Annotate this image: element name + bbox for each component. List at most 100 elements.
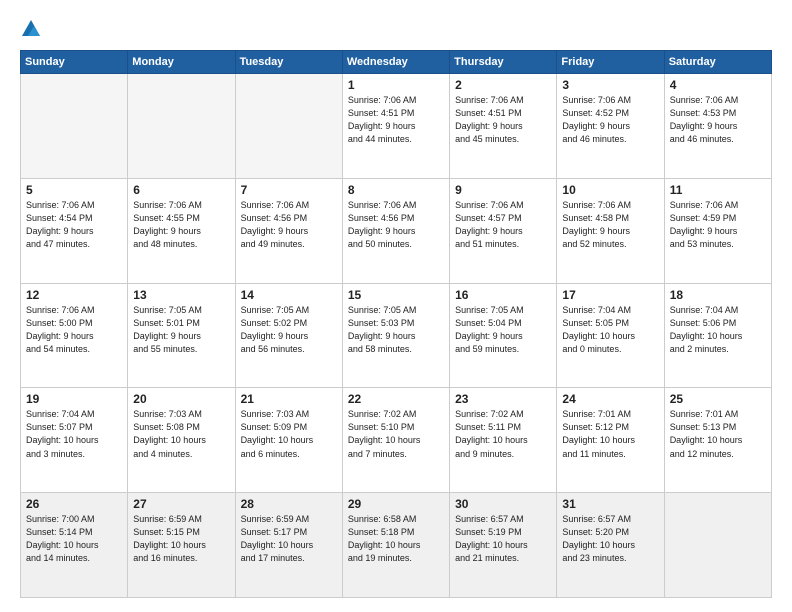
calendar-cell: 28Sunrise: 6:59 AM Sunset: 5:17 PM Dayli… (235, 493, 342, 598)
day-info: Sunrise: 7:02 AM Sunset: 5:10 PM Dayligh… (348, 408, 444, 460)
day-info: Sunrise: 7:06 AM Sunset: 4:51 PM Dayligh… (455, 94, 551, 146)
day-number: 3 (562, 78, 658, 92)
day-info: Sunrise: 7:05 AM Sunset: 5:02 PM Dayligh… (241, 304, 337, 356)
weekday-header-thursday: Thursday (450, 51, 557, 74)
week-row-2: 5Sunrise: 7:06 AM Sunset: 4:54 PM Daylig… (21, 178, 772, 283)
week-row-1: 1 Sunrise: 7:06 AM Sunset: 4:51 PM Daylig… (21, 74, 772, 179)
calendar-cell: 31 Sunrise: 6:57 AM Sunset: 5:20 PM Dayli… (557, 493, 664, 598)
weekday-header-row: SundayMondayTuesdayWednesdayThursdayFrid… (21, 51, 772, 74)
day-number: 6 (133, 183, 229, 197)
day-number: 4 (670, 78, 766, 92)
day-info: Sunrise: 7:06 AM Sunset: 4:54 PM Dayligh… (26, 199, 122, 251)
calendar-cell: 9 Sunrise: 7:06 AM Sunset: 4:57 PM Daylig… (450, 178, 557, 283)
day-info: Sunrise: 7:06 AM Sunset: 4:56 PM Dayligh… (348, 199, 444, 251)
calendar-cell: 8 Sunrise: 7:06 AM Sunset: 4:56 PM Daylig… (342, 178, 449, 283)
day-info: Sunrise: 7:01 AM Sunset: 5:13 PM Dayligh… (670, 408, 766, 460)
weekday-header-saturday: Saturday (664, 51, 771, 74)
calendar-cell: 27Sunrise: 6:59 AM Sunset: 5:15 PM Dayli… (128, 493, 235, 598)
day-number: 26 (26, 497, 122, 511)
calendar-cell: 18 Sunrise: 7:04 AM Sunset: 5:06 PM Dayli… (664, 283, 771, 388)
calendar-cell: 22 Sunrise: 7:02 AM Sunset: 5:10 PM Dayli… (342, 388, 449, 493)
calendar-cell: 3 Sunrise: 7:06 AM Sunset: 4:52 PM Daylig… (557, 74, 664, 179)
calendar-cell: 20 Sunrise: 7:03 AM Sunset: 5:08 PM Dayli… (128, 388, 235, 493)
day-info: Sunrise: 7:06 AM Sunset: 4:52 PM Dayligh… (562, 94, 658, 146)
day-number: 30 (455, 497, 551, 511)
calendar-cell (21, 74, 128, 179)
day-number: 20 (133, 392, 229, 406)
day-info: Sunrise: 7:03 AM Sunset: 5:08 PM Dayligh… (133, 408, 229, 460)
calendar-cell: 12 Sunrise: 7:06 AM Sunset: 5:00 PM Dayli… (21, 283, 128, 388)
day-info: Sunrise: 7:06 AM Sunset: 4:57 PM Dayligh… (455, 199, 551, 251)
weekday-header-monday: Monday (128, 51, 235, 74)
day-number: 17 (562, 288, 658, 302)
day-number: 10 (562, 183, 658, 197)
day-number: 8 (348, 183, 444, 197)
day-number: 12 (26, 288, 122, 302)
calendar-cell: 30 Sunrise: 6:57 AM Sunset: 5:19 PM Dayli… (450, 493, 557, 598)
day-info: Sunrise: 7:05 AM Sunset: 5:04 PM Dayligh… (455, 304, 551, 356)
weekday-header-wednesday: Wednesday (342, 51, 449, 74)
calendar-cell: 23 Sunrise: 7:02 AM Sunset: 5:11 PM Dayli… (450, 388, 557, 493)
day-number: 21 (241, 392, 337, 406)
header (20, 18, 772, 40)
day-number: 31 (562, 497, 658, 511)
day-number: 22 (348, 392, 444, 406)
day-info: Sunrise: 6:59 AM Sunset: 5:15 PM Dayligh… (133, 513, 229, 565)
day-number: 2 (455, 78, 551, 92)
day-number: 9 (455, 183, 551, 197)
weekday-header-friday: Friday (557, 51, 664, 74)
calendar-cell: 7 Sunrise: 7:06 AM Sunset: 4:56 PM Daylig… (235, 178, 342, 283)
day-info: Sunrise: 7:03 AM Sunset: 5:09 PM Dayligh… (241, 408, 337, 460)
calendar-cell: 6Sunrise: 7:06 AM Sunset: 4:55 PM Daylig… (128, 178, 235, 283)
day-number: 1 (348, 78, 444, 92)
calendar-page: SundayMondayTuesdayWednesdayThursdayFrid… (0, 0, 792, 612)
calendar-cell: 25Sunrise: 7:01 AM Sunset: 5:13 PM Dayli… (664, 388, 771, 493)
calendar-table: SundayMondayTuesdayWednesdayThursdayFrid… (20, 50, 772, 598)
calendar-cell: 4 Sunrise: 7:06 AM Sunset: 4:53 PM Daylig… (664, 74, 771, 179)
calendar-cell: 16Sunrise: 7:05 AM Sunset: 5:04 PM Dayli… (450, 283, 557, 388)
logo-icon (20, 18, 42, 40)
day-info: Sunrise: 7:05 AM Sunset: 5:01 PM Dayligh… (133, 304, 229, 356)
day-number: 19 (26, 392, 122, 406)
day-number: 15 (348, 288, 444, 302)
day-info: Sunrise: 6:58 AM Sunset: 5:18 PM Dayligh… (348, 513, 444, 565)
calendar-cell: 26Sunrise: 7:00 AM Sunset: 5:14 PM Dayli… (21, 493, 128, 598)
day-info: Sunrise: 7:06 AM Sunset: 4:51 PM Dayligh… (348, 94, 444, 146)
calendar-cell: 1 Sunrise: 7:06 AM Sunset: 4:51 PM Daylig… (342, 74, 449, 179)
calendar-cell: 14Sunrise: 7:05 AM Sunset: 5:02 PM Dayli… (235, 283, 342, 388)
day-number: 11 (670, 183, 766, 197)
day-number: 24 (562, 392, 658, 406)
week-row-5: 26Sunrise: 7:00 AM Sunset: 5:14 PM Dayli… (21, 493, 772, 598)
day-info: Sunrise: 7:04 AM Sunset: 5:05 PM Dayligh… (562, 304, 658, 356)
calendar-cell: 15 Sunrise: 7:05 AM Sunset: 5:03 PM Dayli… (342, 283, 449, 388)
week-row-3: 12 Sunrise: 7:06 AM Sunset: 5:00 PM Dayli… (21, 283, 772, 388)
logo (20, 18, 46, 40)
day-info: Sunrise: 7:02 AM Sunset: 5:11 PM Dayligh… (455, 408, 551, 460)
calendar-cell: 24 Sunrise: 7:01 AM Sunset: 5:12 PM Dayli… (557, 388, 664, 493)
calendar-cell: 21 Sunrise: 7:03 AM Sunset: 5:09 PM Dayli… (235, 388, 342, 493)
calendar-cell (128, 74, 235, 179)
calendar-cell: 11Sunrise: 7:06 AM Sunset: 4:59 PM Dayli… (664, 178, 771, 283)
weekday-header-sunday: Sunday (21, 51, 128, 74)
day-number: 18 (670, 288, 766, 302)
day-info: Sunrise: 7:04 AM Sunset: 5:06 PM Dayligh… (670, 304, 766, 356)
weekday-header-tuesday: Tuesday (235, 51, 342, 74)
calendar-cell: 5Sunrise: 7:06 AM Sunset: 4:54 PM Daylig… (21, 178, 128, 283)
day-number: 29 (348, 497, 444, 511)
day-info: Sunrise: 7:06 AM Sunset: 4:53 PM Dayligh… (670, 94, 766, 146)
calendar-cell (664, 493, 771, 598)
calendar-cell: 19 Sunrise: 7:04 AM Sunset: 5:07 PM Dayli… (21, 388, 128, 493)
day-info: Sunrise: 7:04 AM Sunset: 5:07 PM Dayligh… (26, 408, 122, 460)
day-number: 7 (241, 183, 337, 197)
day-info: Sunrise: 6:57 AM Sunset: 5:19 PM Dayligh… (455, 513, 551, 565)
calendar-cell: 10Sunrise: 7:06 AM Sunset: 4:58 PM Dayli… (557, 178, 664, 283)
day-info: Sunrise: 6:57 AM Sunset: 5:20 PM Dayligh… (562, 513, 658, 565)
day-info: Sunrise: 7:06 AM Sunset: 4:56 PM Dayligh… (241, 199, 337, 251)
day-number: 23 (455, 392, 551, 406)
day-info: Sunrise: 7:05 AM Sunset: 5:03 PM Dayligh… (348, 304, 444, 356)
calendar-cell: 13Sunrise: 7:05 AM Sunset: 5:01 PM Dayli… (128, 283, 235, 388)
day-info: Sunrise: 7:06 AM Sunset: 5:00 PM Dayligh… (26, 304, 122, 356)
day-info: Sunrise: 7:01 AM Sunset: 5:12 PM Dayligh… (562, 408, 658, 460)
day-number: 28 (241, 497, 337, 511)
calendar-body: 1 Sunrise: 7:06 AM Sunset: 4:51 PM Daylig… (21, 74, 772, 598)
